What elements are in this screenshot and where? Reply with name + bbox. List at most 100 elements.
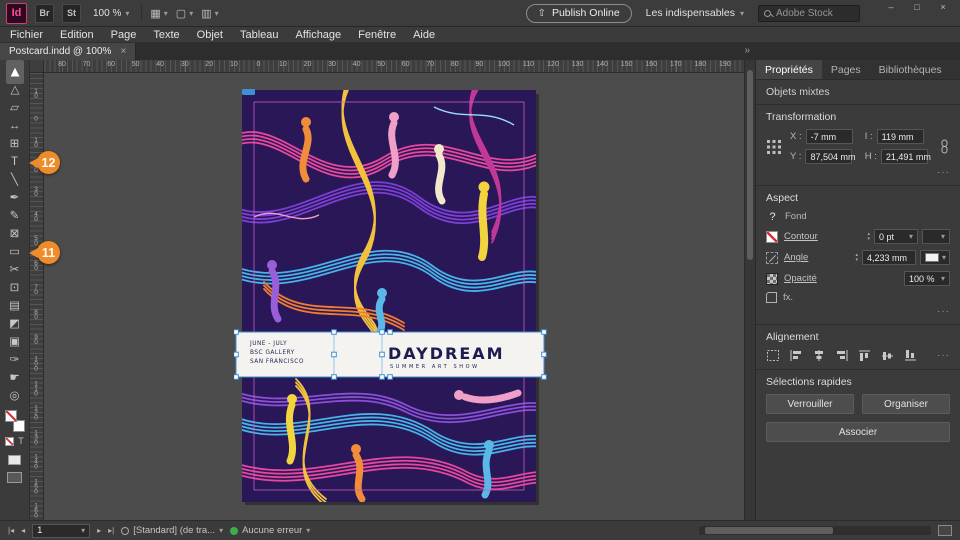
vertical-scrollbar[interactable] (744, 60, 755, 520)
menu-item-0[interactable]: Fichier (10, 29, 43, 41)
menu-item-6[interactable]: Affichage (296, 29, 342, 41)
note-tool[interactable]: ▣ (3, 333, 27, 351)
reference-point-proxy-icon[interactable] (766, 139, 782, 155)
minimize-button[interactable]: – (878, 0, 904, 14)
y-input[interactable]: 87,504 mm (805, 149, 852, 164)
gap-tool[interactable]: ↔ (3, 117, 27, 135)
transform-more-options[interactable]: ··· (766, 167, 950, 178)
gradient-swatch-tool[interactable]: ▤ (3, 297, 27, 315)
tab-pages[interactable]: Pages (822, 60, 870, 79)
angle-stepper[interactable]: ▴▾ (855, 253, 858, 263)
pasteboard-canvas[interactable]: .rib use{fill:none;stroke-width:1.8;stro… (44, 73, 744, 520)
lock-button[interactable]: Verrouiller (766, 394, 854, 414)
stroke-none-swatch[interactable] (766, 231, 778, 243)
width-input[interactable]: 119 mm (877, 129, 924, 144)
line-tool[interactable]: ╲ (3, 171, 27, 189)
stroke-label[interactable]: Contour (784, 231, 818, 242)
content-collector-tool[interactable]: ⊞ (3, 135, 27, 153)
formatting-affects-text-icon[interactable]: T (18, 436, 24, 446)
arrange-button[interactable]: Organiser (862, 394, 950, 414)
menu-item-1[interactable]: Edition (60, 29, 94, 41)
rectangle-frame-tool[interactable]: ⊠ (3, 225, 27, 243)
tab-bibliotheques[interactable]: Bibliothèques (870, 60, 951, 79)
page-number-dropdown[interactable]: 1 ▾ (32, 524, 90, 538)
opacity-dropdown[interactable]: 100 % ▾ (904, 271, 950, 286)
postcard-artwork[interactable]: .rib use{fill:none;stroke-width:1.8;stro… (234, 87, 548, 505)
fill-and-stroke-swatches[interactable] (4, 410, 26, 432)
corner-options-icon[interactable] (766, 292, 777, 303)
bridge-button[interactable]: Br (35, 4, 54, 23)
next-page-button[interactable]: ▸ (97, 526, 101, 535)
align-center-vertical-icon[interactable] (881, 349, 895, 362)
stock-button[interactable]: St (62, 4, 81, 23)
color-theme-tool[interactable]: ✑ (3, 351, 27, 369)
stroke-weight-dropdown[interactable]: 0 pt ▾ (874, 229, 918, 244)
menu-item-8[interactable]: Aide (413, 29, 435, 41)
align-right-icon[interactable] (835, 349, 849, 362)
x-input[interactable]: -7 mm (806, 129, 853, 144)
previous-page-button[interactable]: ◂ (21, 526, 25, 535)
menu-item-7[interactable]: Fenêtre (358, 29, 396, 41)
view-options-dropdown[interactable]: ▦ ▾ (150, 7, 167, 20)
direct-selection-tool[interactable]: ▷ (6, 78, 24, 102)
preflight-profile-dropdown[interactable]: [Standard] (de tra... ▾ (121, 525, 223, 536)
zoom-level-dropdown[interactable]: 100 % ▾ (89, 6, 133, 21)
stroke-weight-stepper[interactable]: ▴▾ (867, 232, 870, 242)
apply-none-icon[interactable] (5, 437, 14, 446)
angle-swatch-dropdown[interactable]: ▾ (920, 250, 950, 265)
split-view-button[interactable] (938, 525, 952, 536)
apply-color-button[interactable] (8, 455, 21, 465)
workspace-switcher[interactable]: Les indispensables ▾ (646, 7, 744, 19)
adobe-stock-search-input[interactable]: Adobe Stock (758, 5, 860, 22)
document-tab[interactable]: Postcard.indd @ 100% × (0, 43, 136, 60)
type-tool[interactable]: T (3, 153, 27, 171)
publish-online-button[interactable]: ⇧ Publish Online (526, 4, 632, 23)
aspect-more-options[interactable]: ··· (766, 306, 950, 317)
menu-item-4[interactable]: Objet (197, 29, 223, 41)
grid-icon: ▦ (150, 7, 160, 20)
tab-proprietes[interactable]: Propriétés (756, 60, 822, 79)
rectangle-tool[interactable]: ▭ (3, 243, 27, 261)
tab-overflow-icon[interactable]: » (744, 45, 750, 56)
last-page-button[interactable]: ▸| (108, 526, 114, 535)
maximize-button[interactable]: □ (904, 0, 930, 14)
angle-label[interactable]: Angle (784, 252, 808, 263)
vertical-scrollbar-thumb[interactable] (747, 70, 753, 260)
effects-label[interactable]: fx. (783, 292, 793, 303)
tab-close-icon[interactable]: × (120, 46, 126, 57)
align-more-options[interactable]: ··· (937, 350, 950, 361)
align-center-horizontal-icon[interactable] (812, 349, 826, 362)
title-band-frame[interactable]: JUNE - JULY BSC GALLERY SAN FRANCISCO DA… (234, 330, 546, 380)
first-page-button[interactable]: |◂ (8, 526, 14, 535)
menu-item-3[interactable]: Texte (153, 29, 179, 41)
gradient-feather-tool[interactable]: ◩ (3, 315, 27, 333)
align-to-selection-icon[interactable] (766, 349, 780, 362)
stroke-type-dropdown[interactable]: ▾ (922, 229, 950, 244)
arrange-documents-dropdown[interactable]: ▥ ▾ (201, 7, 218, 20)
pencil-tool[interactable]: ✎ (3, 207, 27, 225)
angle-input[interactable]: 4,233 mm (862, 250, 916, 265)
link-dimensions-icon[interactable] (939, 139, 950, 154)
free-transform-tool[interactable]: ⊡ (3, 279, 27, 297)
menu-item-2[interactable]: Page (111, 29, 137, 41)
close-button[interactable]: × (930, 0, 956, 14)
fill-mixed-icon[interactable]: ? (766, 210, 779, 223)
ruler-origin-corner[interactable] (30, 60, 44, 73)
menu-item-5[interactable]: Tableau (240, 29, 279, 41)
align-left-icon[interactable] (789, 349, 803, 362)
screen-mode-dropdown[interactable]: ▢ ▾ (176, 7, 193, 20)
pen-tool[interactable]: ✒ (3, 189, 27, 207)
height-input[interactable]: 21,491 mm (881, 149, 928, 164)
screen-mode-button[interactable] (7, 472, 22, 483)
zoom-tool[interactable]: ◎ (3, 387, 27, 405)
align-top-icon[interactable] (858, 349, 872, 362)
align-bottom-icon[interactable] (904, 349, 918, 362)
opacity-label[interactable]: Opacité (784, 273, 817, 284)
horizontal-scrollbar-thumb[interactable] (705, 527, 833, 534)
hand-tool[interactable]: ☛ (3, 369, 27, 387)
fill-swatch[interactable] (5, 410, 17, 422)
group-button[interactable]: Associer (766, 422, 950, 442)
scissors-tool[interactable]: ✂ (3, 261, 27, 279)
horizontal-scrollbar[interactable] (699, 526, 931, 535)
preflight-status-dropdown[interactable]: Aucune erreur ▾ (230, 525, 310, 536)
